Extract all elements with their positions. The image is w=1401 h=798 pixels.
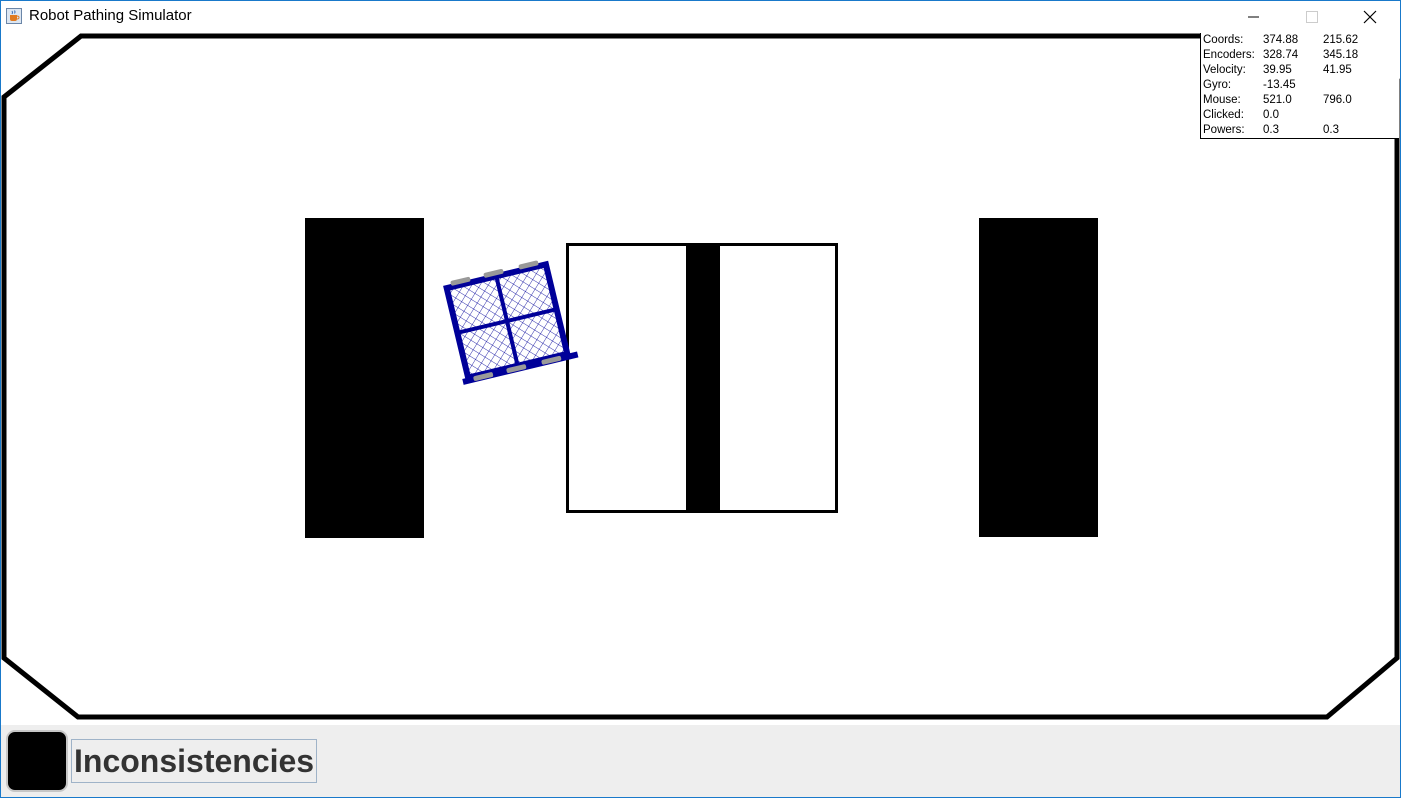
maximize-icon [1306,10,1318,23]
telemetry-label: Gyro: [1203,79,1232,91]
bottom-panel: Inconsistencies [1,725,1400,797]
telemetry-label: Velocity: [1203,64,1246,76]
status-label: Inconsistencies [71,739,318,783]
telemetry-value: 328.74 [1263,49,1299,61]
minimize-button[interactable] [1225,1,1283,32]
telemetry-value: 374.88 [1263,34,1299,46]
close-button[interactable] [1341,1,1399,32]
telemetry-value: 41.95 [1323,64,1352,76]
telemetry-row-mouse: Mouse: 521.0 796.0 [1201,93,1399,108]
telemetry-row-powers: Powers: 0.3 0.3 [1201,123,1399,138]
color-swatch-button[interactable] [6,730,68,792]
telemetry-label: Encoders: [1203,49,1255,61]
telemetry-value: 0.0 [1263,109,1279,121]
minimize-icon [1248,16,1259,17]
center-divider [686,244,720,512]
telemetry-value: -13.45 [1263,79,1296,91]
robot[interactable] [439,256,579,385]
maximize-button[interactable] [1283,1,1341,32]
telemetry-row-gyro: Gyro: -13.45 [1201,78,1399,93]
title-bar[interactable]: Robot Pathing Simulator [1,1,1400,32]
close-icon [1363,10,1377,23]
window-title: Robot Pathing Simulator [29,7,192,24]
field-canvas[interactable] [1,32,1400,725]
telemetry-label: Clicked: [1203,109,1244,121]
telemetry-label: Mouse: [1203,94,1241,106]
right-obstacle [979,218,1098,537]
telemetry-value: 0.3 [1323,124,1339,136]
telemetry-value: 39.95 [1263,64,1292,76]
telemetry-label: Powers: [1203,124,1245,136]
telemetry-panel: Coords: 374.88 215.62 Encoders: 328.74 3… [1200,33,1399,139]
telemetry-value: 521.0 [1263,94,1292,106]
java-cup-icon [6,8,22,24]
telemetry-row-encoders: Encoders: 328.74 345.18 [1201,48,1399,63]
telemetry-value: 215.62 [1323,34,1359,46]
telemetry-row-coords: Coords: 374.88 215.62 [1201,33,1399,48]
left-obstacle [305,218,424,538]
telemetry-value: 345.18 [1323,49,1359,61]
telemetry-label: Coords: [1203,34,1244,46]
telemetry-row-clicked: Clicked: 0.0 [1201,108,1399,123]
telemetry-row-velocity: Velocity: 39.95 41.95 [1201,63,1399,78]
telemetry-value: 0.3 [1263,124,1279,136]
telemetry-value: 796.0 [1323,94,1352,106]
